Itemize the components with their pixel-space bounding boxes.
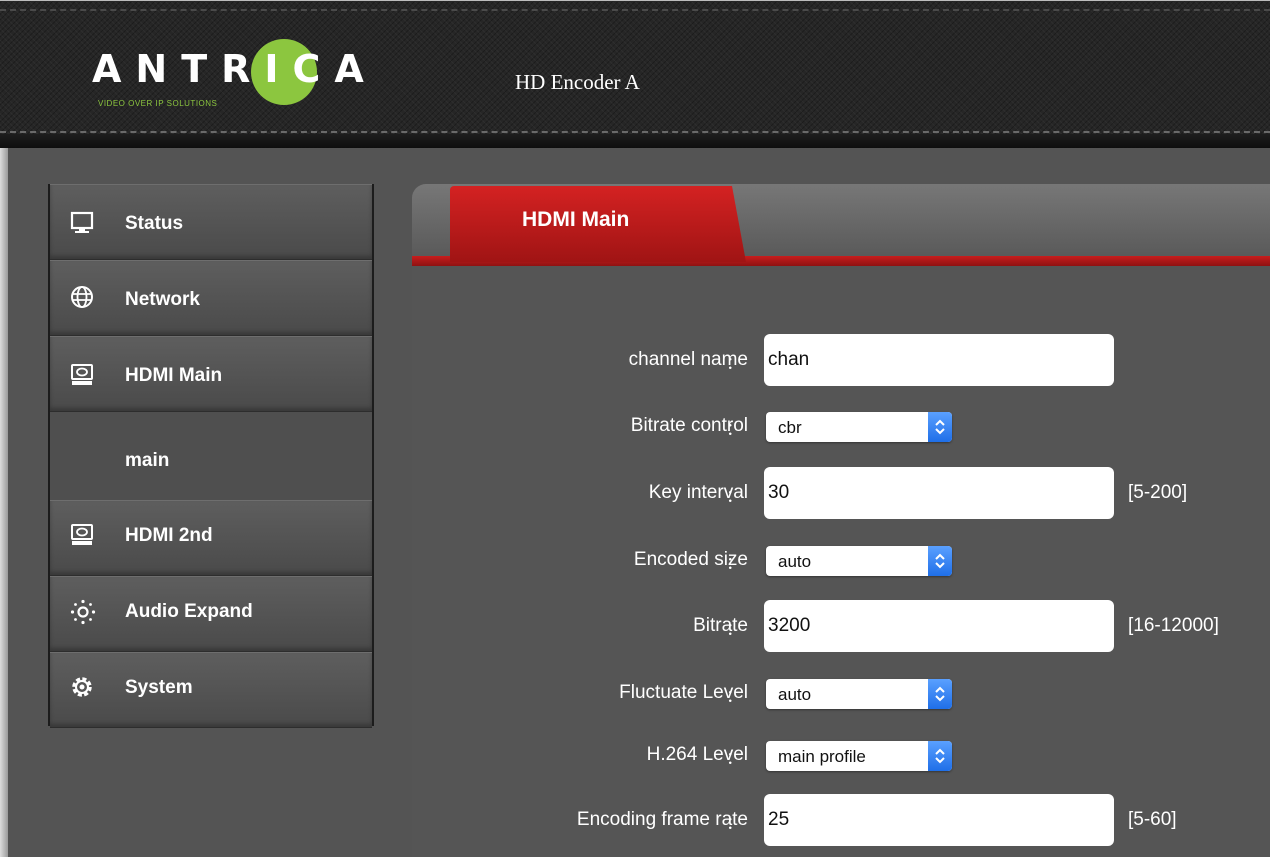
form-row-encoding-frame-rate: Encoding frame rate ： [5-60] — [412, 794, 1270, 846]
bitrate-input[interactable] — [764, 600, 1114, 652]
monitor-icon — [70, 211, 94, 235]
form-row-fluctuate-level: Fluctuate Level ： auto — [412, 667, 1270, 719]
logo-tagline: VIDEO OVER IP SOLUTIONS — [98, 99, 218, 108]
hdmi-device-icon — [70, 523, 94, 547]
encoding-frame-rate-label: Encoding frame rate — [576, 809, 748, 830]
form-row-key-interval: Key interval ： [5-200] — [412, 467, 1270, 519]
sidebar-item-label: Audio Expand — [125, 601, 253, 622]
form-row-bitrate: Bitrate ： [16-12000] — [412, 600, 1270, 652]
sidebar-item-label: Network — [125, 289, 200, 310]
label-colon: ： — [726, 487, 743, 506]
label-colon: ： — [726, 420, 743, 439]
select-arrows-icon — [928, 679, 952, 709]
header-shadow — [0, 134, 1270, 148]
form-row-bitrate-control: Bitrate control ： cbr — [412, 400, 1270, 452]
logo-text: ANTRICA — [92, 47, 378, 91]
sidebar-item-audio-expand[interactable]: Audio Expand — [50, 576, 372, 652]
sidebar-item-system[interactable]: System — [50, 652, 372, 728]
key-interval-range: [5-200] — [1128, 482, 1188, 503]
sidebar-subitem-main[interactable]: main — [50, 412, 372, 500]
header-stitch-top — [0, 9, 1270, 11]
label-colon: ： — [726, 687, 743, 706]
encoding-frame-rate-range: [5-60] — [1128, 809, 1177, 830]
app-header: ANTRICA VIDEO OVER IP SOLUTIONS HD Encod… — [0, 0, 1270, 148]
hdmi-device-icon — [70, 363, 94, 387]
select-arrows-icon — [928, 741, 952, 771]
encoded-size-select[interactable]: auto — [766, 546, 952, 576]
fluctuate-level-select[interactable]: auto — [766, 679, 952, 709]
tab-hdmi-main[interactable]: HDMI Main — [450, 186, 746, 262]
bitrate-range: [16-12000] — [1128, 615, 1219, 636]
gear-icon — [70, 675, 94, 699]
encoding-frame-rate-input[interactable] — [764, 794, 1114, 846]
select-value: auto — [778, 685, 812, 704]
select-arrows-icon — [928, 546, 952, 576]
label-colon: ： — [726, 554, 743, 573]
sidebar-item-label: HDMI Main — [125, 365, 223, 386]
globe-icon — [70, 285, 94, 309]
select-value: auto — [778, 552, 812, 571]
sidebar-subitem-label: main — [125, 450, 170, 471]
main-panel: HDMI Main channel name ： Bitrate control… — [412, 184, 1270, 857]
label-colon: ： — [726, 814, 743, 833]
audio-dots-icon — [70, 599, 96, 625]
form-row-channel-name: channel name ： — [412, 334, 1270, 386]
sidebar-item-network[interactable]: Network — [50, 260, 372, 336]
sidebar: Status Network HDMI Main main HDMI 2nd A… — [48, 184, 374, 728]
tab-label: HDMI Main — [522, 208, 630, 231]
bitrate-control-select[interactable]: cbr — [766, 412, 952, 442]
label-colon: ： — [726, 354, 743, 373]
header-stitch-bottom — [0, 131, 1270, 133]
select-value: cbr — [778, 418, 802, 437]
h264-level-select[interactable]: main profile — [766, 741, 952, 771]
channel-name-input[interactable] — [764, 334, 1114, 386]
key-interval-input[interactable] — [764, 467, 1114, 519]
sidebar-item-label: System — [125, 677, 193, 698]
sidebar-item-status[interactable]: Status — [50, 184, 372, 260]
select-arrows-icon — [928, 412, 952, 442]
antrica-logo: ANTRICA VIDEO OVER IP SOLUTIONS — [92, 37, 412, 117]
label-colon: ： — [726, 620, 743, 639]
label-colon: ： — [726, 749, 743, 768]
sidebar-item-label: HDMI 2nd — [125, 525, 213, 546]
form-row-encoded-size: Encoded size ： auto — [412, 534, 1270, 586]
device-title: HD Encoder A — [515, 70, 640, 94]
form-row-h264-level: H.264 Level ： main profile — [412, 729, 1270, 781]
select-value: main profile — [778, 747, 866, 766]
sidebar-item-label: Status — [125, 213, 184, 234]
sidebar-item-hdmi-main[interactable]: HDMI Main — [50, 336, 372, 412]
sidebar-item-hdmi-2nd[interactable]: HDMI 2nd — [50, 500, 372, 576]
